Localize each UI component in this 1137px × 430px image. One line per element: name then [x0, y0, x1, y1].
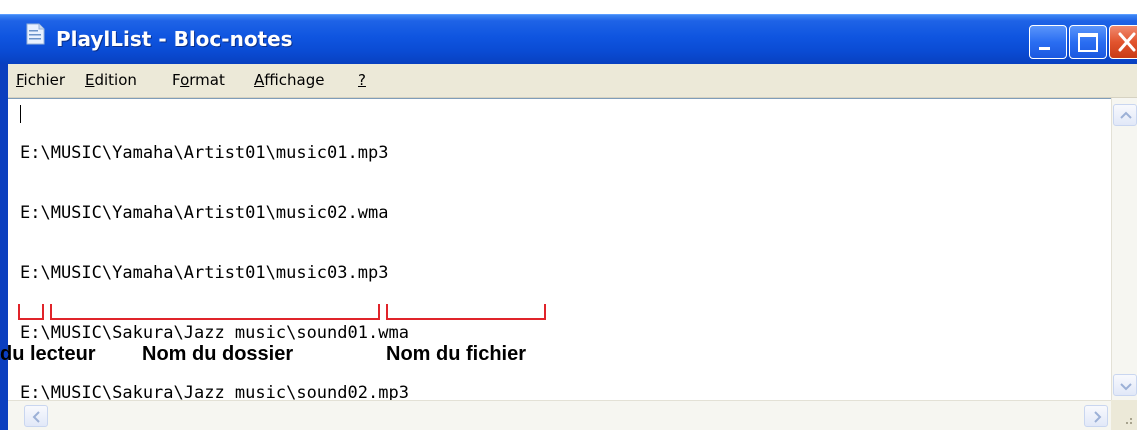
chevron-down-icon: [1120, 383, 1132, 391]
notepad-window: PlaylList - Bloc-notes Fichier Edition F…: [0, 0, 1137, 430]
menu-affichage[interactable]: Affichage: [254, 71, 324, 89]
scroll-down-button[interactable]: [1113, 374, 1137, 396]
horizontal-scrollbar[interactable]: [8, 400, 1111, 430]
file-label: Nom du fichier: [386, 343, 527, 365]
text-line: E:\MUSIC\Yamaha\Artist01\music02.wma: [20, 203, 389, 223]
resize-grip-icon: [1126, 418, 1132, 424]
text-content: E:\MUSIC\Yamaha\Artist01\music01.mp3 E:\…: [20, 103, 409, 430]
text-line: E:\MUSIC\Sakura\Jazz music\sound01.wma: [20, 323, 409, 343]
file-bracket: [386, 304, 546, 320]
minimize-button[interactable]: [1029, 25, 1067, 59]
scroll-right-button[interactable]: [1084, 405, 1108, 427]
notepad-icon[interactable]: [24, 22, 46, 46]
drive-bracket: [18, 304, 44, 320]
text-line: E:\MUSIC\Yamaha\Artist01\music03.mp3: [20, 263, 389, 283]
menu-bar: Fichier Edition Format Affichage ?: [8, 64, 1137, 98]
menu-help[interactable]: ?: [358, 71, 366, 89]
menu-format[interactable]: Format: [172, 71, 225, 89]
folder-label: Nom du dossier: [142, 343, 294, 365]
resize-grip[interactable]: [1111, 400, 1137, 430]
chevron-up-icon: [1120, 111, 1132, 119]
maximize-button[interactable]: [1069, 25, 1107, 59]
close-button[interactable]: [1109, 25, 1137, 59]
screen-top-margin: [0, 0, 1137, 14]
text-edit-area[interactable]: E:\MUSIC\Yamaha\Artist01\music01.mp3 E:\…: [0, 98, 1137, 430]
scroll-left-button[interactable]: [24, 405, 48, 427]
text-caret: [20, 105, 21, 123]
chevron-left-icon: [32, 411, 40, 423]
menu-fichier[interactable]: Fichier: [16, 71, 65, 89]
maximize-icon: [1078, 33, 1098, 52]
scroll-up-button[interactable]: [1113, 104, 1137, 126]
folder-bracket: [50, 304, 380, 320]
minimize-icon: [1039, 47, 1050, 50]
chevron-right-icon: [1094, 411, 1102, 423]
text-line: E:\MUSIC\Yamaha\Artist01\music01.mp3: [20, 143, 389, 163]
drive-label: du lecteur: [0, 343, 96, 365]
menu-edition[interactable]: Edition: [85, 71, 137, 89]
close-icon: [1118, 32, 1136, 52]
vertical-scrollbar[interactable]: [1111, 98, 1137, 400]
window-title: PlaylList - Bloc-notes: [56, 27, 293, 51]
